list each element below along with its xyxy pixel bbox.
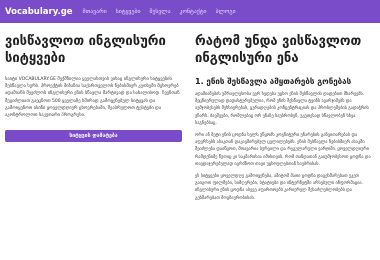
intro-text: საიტი VOCABULARY.GE შექმნილია ყველასთვის…	[5, 77, 180, 119]
article-paragraph: ადამიანების უმრავლესობა ვერ ხვდება უცხო …	[195, 92, 369, 126]
page-title: ვისწავლოთ ინგლისური სიტყვები	[5, 34, 166, 66]
add-word-button[interactable]: სიტყვის დამატება	[5, 130, 182, 143]
article-paragraph: ორი ან მეტი ენის ცოდნა ხელს უწყობს კოგნი…	[195, 133, 371, 167]
article-column: რატომ უნდა ვისწავლოთ ინგლისური ენა 1. ენ…	[195, 33, 375, 202]
nav-link-contact[interactable]: კონტაქტი	[180, 9, 207, 15]
section-heading: 1. ენის შესწავლა ამყთარებს გონებას	[195, 77, 352, 86]
nav-link-words[interactable]: სიტყვები	[116, 9, 141, 15]
nav-link-home[interactable]: მთავარი	[83, 9, 107, 15]
top-navbar: Vocabulary.ge მთავარი სიტყვები შესვლა კო…	[0, 0, 380, 23]
nav-link-login[interactable]: შესვლა	[149, 9, 170, 15]
brand-logo[interactable]: Vocabulary.ge	[5, 7, 73, 17]
article-paragraph: ეს სიტყვები ყოველდღე გამოიყენება, ამიტომ…	[195, 174, 363, 201]
nav-link-blog[interactable]: ბლოგი	[216, 9, 236, 15]
intro-column: ვისწავლოთ ინგლისური სიტყვები საიტი VOCAB…	[5, 33, 182, 143]
article-title: რატომ უნდა ვისწავლოთ ინგლისური ენა	[195, 34, 362, 66]
